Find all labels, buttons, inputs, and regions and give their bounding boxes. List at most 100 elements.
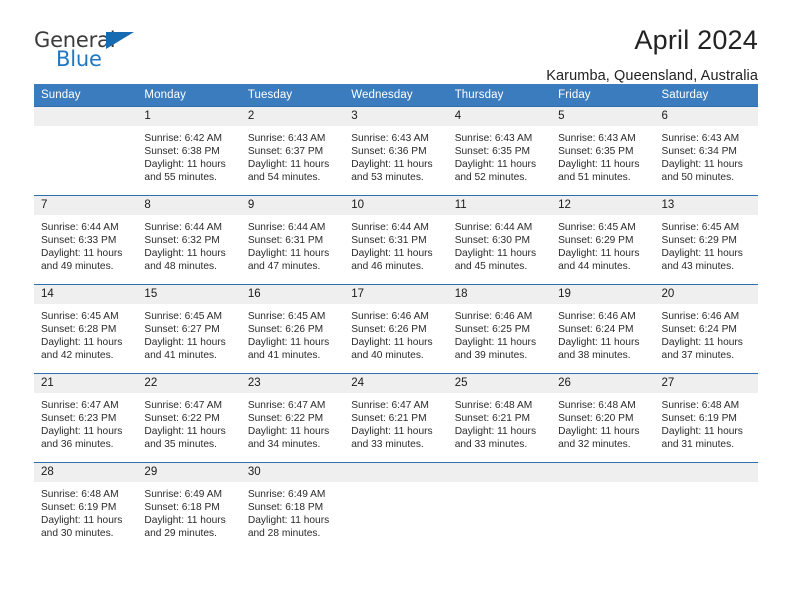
day-cell: 20 Sunrise: 6:46 AM Sunset: 6:24 PM Dayligh… — [654, 284, 758, 373]
sunrise-text: Sunrise: 6:43 AM — [661, 133, 740, 144]
daylight-text-line2: and 36 minutes. — [41, 439, 114, 451]
calendar-day-cell[interactable]: 22 Sunrise: 6:47 AM Sunset: 6:22 PM Dayligh… — [137, 373, 241, 462]
calendar-day-cell[interactable]: 20 Sunrise: 6:46 AM Sunset: 6:24 PM Dayligh… — [654, 284, 758, 373]
title-block: April 2024 Karumba, Queensland, Australi… — [546, 25, 758, 83]
calendar-day-cell[interactable]: 5 Sunrise: 6:43 AM Sunset: 6:35 PM Daylight… — [551, 106, 655, 195]
calendar-day-cell[interactable]: 1 Sunrise: 6:42 AM Sunset: 6:38 PM Daylight… — [137, 106, 241, 195]
day-details: Sunrise: 6:45 AM Sunset: 6:29 PM Daylight:… — [551, 215, 654, 273]
day-number: 30 — [240, 463, 345, 482]
sunset-text: Sunset: 6:28 PM — [41, 324, 117, 336]
day-number: 6 — [654, 107, 758, 126]
calendar-day-cell[interactable]: 12 Sunrise: 6:45 AM Sunset: 6:29 PM Dayligh… — [551, 195, 655, 284]
page-header: General Blue April 2024 Karumba, Queensl… — [0, 0, 792, 83]
calendar-week-row: 1 Sunrise: 6:42 AM Sunset: 6:38 PM Daylight… — [34, 106, 758, 195]
calendar-day-cell[interactable]: 25 Sunrise: 6:48 AM Sunset: 6:21 PM Dayligh… — [447, 373, 552, 462]
calendar-week-row: 21 Sunrise: 6:47 AM Sunset: 6:23 PM Dayligh… — [34, 373, 758, 462]
day-number — [551, 463, 655, 482]
day-cell: 16 Sunrise: 6:45 AM Sunset: 6:26 PM Dayligh… — [240, 284, 345, 373]
day-number: 3 — [344, 107, 448, 126]
sunset-text: Sunset: 6:30 PM — [454, 235, 531, 247]
calendar-day-cell[interactable]: 2 Sunrise: 6:43 AM Sunset: 6:37 PM Daylight… — [240, 106, 345, 195]
day-details: Sunrise: 6:44 AM Sunset: 6:32 PM Daylight:… — [137, 215, 240, 273]
day-cell: 13 Sunrise: 6:45 AM Sunset: 6:29 PM Dayligh… — [654, 195, 758, 284]
sunrise-text: Sunrise: 6:45 AM — [661, 222, 740, 233]
sunrise-text: Sunrise: 6:48 AM — [454, 400, 533, 411]
day-number: 18 — [447, 285, 552, 304]
daylight-text-line2: and 31 minutes. — [661, 439, 735, 451]
calendar-day-cell[interactable]: 4 Sunrise: 6:43 AM Sunset: 6:35 PM Daylight… — [447, 106, 552, 195]
day-number: 15 — [137, 285, 241, 304]
daylight-text-line1: Daylight: 11 hours — [144, 159, 226, 171]
daylight-text-line1: Daylight: 11 hours — [41, 515, 123, 527]
daylight-text-line2: and 43 minutes. — [661, 261, 735, 273]
calendar-day-cell — [447, 462, 552, 551]
day-number: 5 — [551, 107, 655, 126]
calendar-day-cell[interactable]: 17 Sunrise: 6:46 AM Sunset: 6:26 PM Dayligh… — [344, 284, 448, 373]
calendar-day-cell[interactable]: 15 Sunrise: 6:45 AM Sunset: 6:27 PM Dayligh… — [137, 284, 241, 373]
day-details: Sunrise: 6:48 AM Sunset: 6:21 PM Daylight:… — [448, 393, 551, 451]
sunset-text: Sunset: 6:23 PM — [41, 413, 117, 425]
sunset-text: Sunset: 6:38 PM — [144, 146, 220, 158]
weekday-header-tuesday: Tuesday — [240, 84, 345, 106]
sunset-text: Sunset: 6:32 PM — [144, 235, 220, 247]
calendar-day-cell[interactable]: 19 Sunrise: 6:46 AM Sunset: 6:24 PM Dayligh… — [551, 284, 655, 373]
daylight-text-line1: Daylight: 11 hours — [144, 515, 226, 527]
calendar-day-cell[interactable]: 10 Sunrise: 6:44 AM Sunset: 6:31 PM Dayligh… — [344, 195, 448, 284]
daylight-text-line2: and 37 minutes. — [661, 350, 735, 362]
sunrise-text: Sunrise: 6:44 AM — [351, 222, 429, 233]
day-cell: 23 Sunrise: 6:47 AM Sunset: 6:22 PM Dayligh… — [240, 373, 345, 462]
calendar-day-cell[interactable]: 30 Sunrise: 6:49 AM Sunset: 6:18 PM Dayligh… — [240, 462, 345, 551]
calendar-day-cell[interactable]: 13 Sunrise: 6:45 AM Sunset: 6:29 PM Dayligh… — [654, 195, 758, 284]
sunrise-text: Sunrise: 6:45 AM — [558, 222, 636, 233]
day-cell: 10 Sunrise: 6:44 AM Sunset: 6:31 PM Dayligh… — [344, 195, 448, 284]
day-cell: 9 Sunrise: 6:44 AM Sunset: 6:31 PM Daylight… — [240, 195, 345, 284]
daylight-text-line2: and 41 minutes. — [247, 350, 321, 362]
weekday-header-friday: Friday — [551, 84, 655, 106]
daylight-text-line2: and 39 minutes. — [454, 350, 528, 362]
calendar-day-cell[interactable]: 6 Sunrise: 6:43 AM Sunset: 6:34 PM Daylight… — [654, 106, 758, 195]
day-cell: 17 Sunrise: 6:46 AM Sunset: 6:26 PM Dayligh… — [344, 284, 448, 373]
brand-logo[interactable]: General Blue — [34, 26, 154, 70]
day-details: Sunrise: 6:44 AM Sunset: 6:33 PM Daylight:… — [34, 215, 137, 273]
day-details: Sunrise: 6:47 AM Sunset: 6:21 PM Daylight:… — [344, 393, 447, 451]
day-details: Sunrise: 6:45 AM Sunset: 6:26 PM Daylight:… — [241, 304, 344, 362]
calendar-table: Sunday Monday Tuesday Wednesday Thursday… — [34, 84, 758, 551]
calendar-day-cell[interactable]: 3 Sunrise: 6:43 AM Sunset: 6:36 PM Daylight… — [344, 106, 448, 195]
calendar-day-cell[interactable]: 16 Sunrise: 6:45 AM Sunset: 6:26 PM Dayligh… — [240, 284, 345, 373]
day-cell-empty — [447, 462, 552, 551]
calendar-day-cell[interactable]: 8 Sunrise: 6:44 AM Sunset: 6:32 PM Daylight… — [137, 195, 241, 284]
calendar-week-row: 14 Sunrise: 6:45 AM Sunset: 6:28 PM Dayligh… — [34, 284, 758, 373]
daylight-text-line2: and 45 minutes. — [454, 261, 528, 273]
calendar-day-cell[interactable]: 14 Sunrise: 6:45 AM Sunset: 6:28 PM Dayligh… — [34, 284, 138, 373]
day-number: 1 — [137, 107, 241, 126]
day-number: 9 — [240, 196, 345, 215]
calendar-day-cell[interactable]: 26 Sunrise: 6:48 AM Sunset: 6:20 PM Dayligh… — [551, 373, 655, 462]
calendar-day-cell — [551, 462, 655, 551]
day-number: 16 — [240, 285, 345, 304]
daylight-text-line1: Daylight: 11 hours — [454, 159, 537, 171]
daylight-text-line2: and 30 minutes. — [41, 528, 114, 540]
calendar-day-cell[interactable]: 23 Sunrise: 6:47 AM Sunset: 6:22 PM Dayligh… — [240, 373, 345, 462]
calendar-day-cell[interactable]: 21 Sunrise: 6:47 AM Sunset: 6:23 PM Dayligh… — [34, 373, 138, 462]
calendar-day-cell[interactable]: 11 Sunrise: 6:44 AM Sunset: 6:30 PM Dayligh… — [447, 195, 552, 284]
calendar-day-cell[interactable]: 7 Sunrise: 6:44 AM Sunset: 6:33 PM Daylight… — [34, 195, 138, 284]
day-details: Sunrise: 6:43 AM Sunset: 6:35 PM Daylight:… — [448, 126, 551, 184]
day-details: Sunrise: 6:46 AM Sunset: 6:24 PM Daylight:… — [551, 304, 654, 362]
daylight-text-line1: Daylight: 11 hours — [558, 159, 640, 171]
daylight-text-line2: and 32 minutes. — [558, 439, 631, 451]
calendar-day-cell[interactable]: 24 Sunrise: 6:47 AM Sunset: 6:21 PM Dayligh… — [344, 373, 448, 462]
day-details: Sunrise: 6:42 AM Sunset: 6:38 PM Daylight:… — [137, 126, 240, 184]
sunset-text: Sunset: 6:18 PM — [247, 502, 324, 514]
calendar-day-cell[interactable]: 9 Sunrise: 6:44 AM Sunset: 6:31 PM Daylight… — [240, 195, 345, 284]
calendar-day-cell[interactable]: 27 Sunrise: 6:48 AM Sunset: 6:19 PM Dayligh… — [654, 373, 758, 462]
sunset-text: Sunset: 6:22 PM — [144, 413, 220, 425]
sunrise-text: Sunrise: 6:45 AM — [41, 311, 119, 322]
day-cell: 3 Sunrise: 6:43 AM Sunset: 6:36 PM Daylight… — [344, 106, 448, 195]
calendar-day-cell[interactable]: 18 Sunrise: 6:46 AM Sunset: 6:25 PM Dayligh… — [447, 284, 552, 373]
sunset-text: Sunset: 6:19 PM — [661, 413, 737, 425]
day-cell-empty — [34, 106, 138, 195]
calendar-day-cell[interactable]: 28 Sunrise: 6:48 AM Sunset: 6:19 PM Dayligh… — [34, 462, 138, 551]
sunset-text: Sunset: 6:18 PM — [144, 502, 220, 514]
calendar-day-cell[interactable]: 29 Sunrise: 6:49 AM Sunset: 6:18 PM Dayligh… — [137, 462, 241, 551]
sunset-text: Sunset: 6:24 PM — [558, 324, 634, 336]
